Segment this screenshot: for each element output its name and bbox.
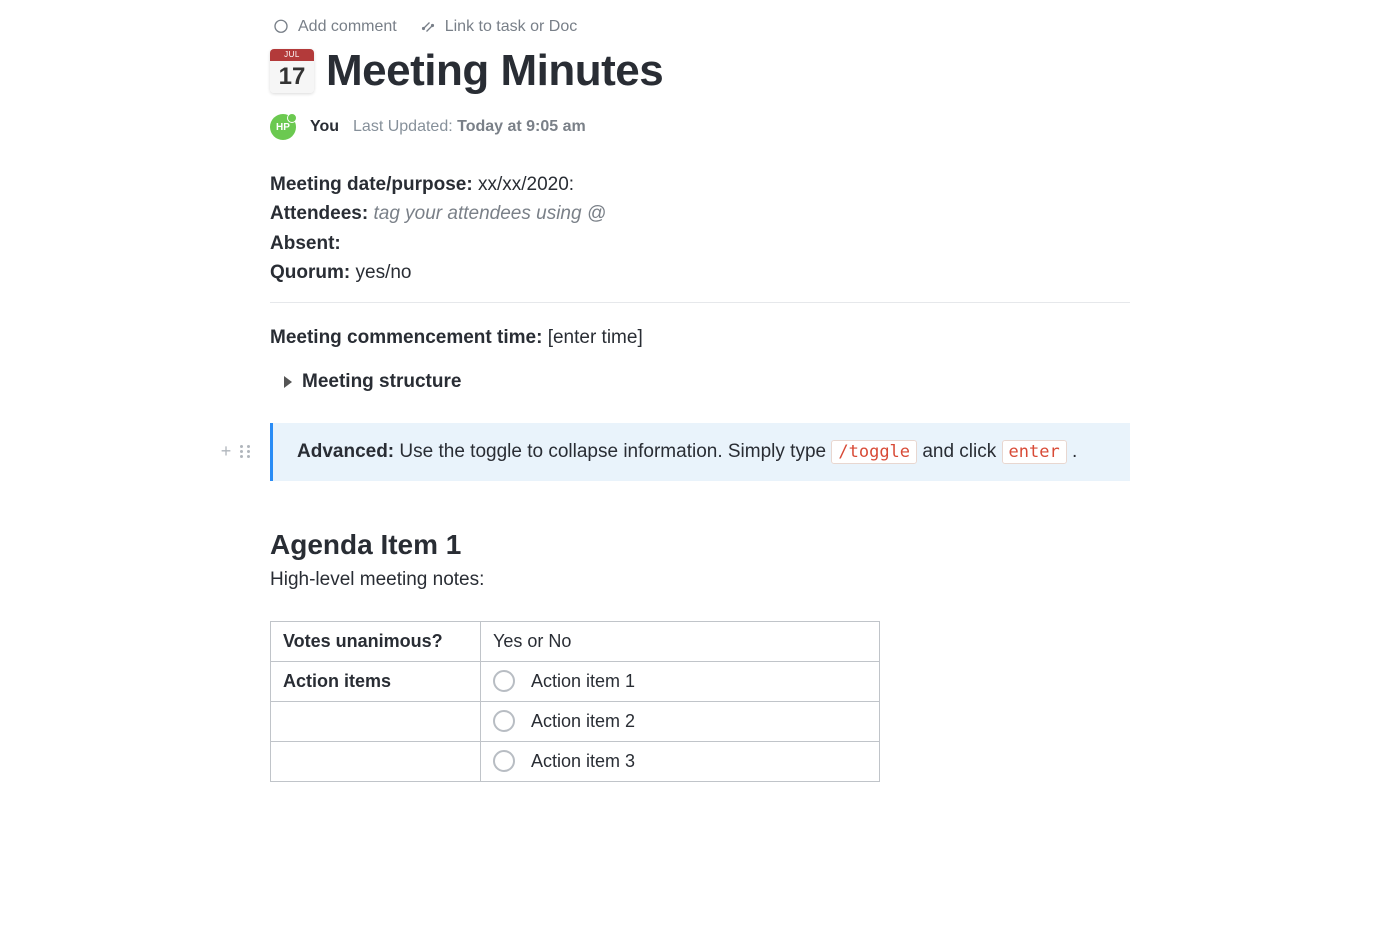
callout-prefix: Advanced: xyxy=(297,441,394,462)
votes-value-cell[interactable]: Yes or No xyxy=(481,621,880,661)
action-item-cell[interactable]: Action item 3 xyxy=(481,741,880,781)
action-item-text: Action item 2 xyxy=(531,711,635,732)
agenda-subtitle[interactable]: High-level meeting notes: xyxy=(270,569,1130,591)
link-task-label: Link to task or Doc xyxy=(445,18,578,36)
commencement-label: Meeting commencement time: xyxy=(270,327,542,348)
meeting-date-value: xx/xx/2020: xyxy=(478,174,574,195)
radio-icon[interactable] xyxy=(493,670,515,692)
callout-text-1: Use the toggle to collapse information. … xyxy=(399,441,831,462)
info-block[interactable]: Meeting date/purpose: xx/xx/2020: Attend… xyxy=(270,170,1130,288)
meta-you: You xyxy=(310,118,339,136)
agenda-title[interactable]: Agenda Item 1 xyxy=(270,529,1130,561)
last-updated-value: Today at 9:05 am xyxy=(457,118,586,135)
comment-icon xyxy=(272,18,290,36)
page-title[interactable]: Meeting Minutes xyxy=(326,46,663,96)
add-comment-label: Add comment xyxy=(298,18,397,36)
radio-icon[interactable] xyxy=(493,710,515,732)
meeting-date-label: Meeting date/purpose: xyxy=(270,174,473,195)
toggle-meeting-structure[interactable]: Meeting structure xyxy=(284,371,1130,393)
callout-code-toggle: /toggle xyxy=(831,440,917,464)
attendees-placeholder: tag your attendees using @ xyxy=(373,203,606,224)
chevron-right-icon xyxy=(284,376,292,388)
calendar-emoji-icon[interactable]: JUL 17 xyxy=(270,49,314,93)
quorum-value: yes/no xyxy=(356,262,412,283)
calendar-month: JUL xyxy=(270,49,314,61)
callout-text-3: . xyxy=(1072,441,1077,462)
link-icon xyxy=(419,18,437,36)
absent-label: Absent: xyxy=(270,233,341,254)
link-task-button[interactable]: Link to task or Doc xyxy=(419,18,578,36)
meta-row: HP You Last Updated: Today at 9:05 am xyxy=(270,114,1130,140)
avatar[interactable]: HP xyxy=(270,114,296,140)
table-row[interactable]: Action items Action item 1 xyxy=(271,661,880,701)
table-row[interactable]: Action item 3 xyxy=(271,741,880,781)
votes-label-cell[interactable]: Votes unanimous? xyxy=(271,621,481,661)
action-items-label-cell[interactable]: Action items xyxy=(271,661,481,701)
title-row: JUL 17 Meeting Minutes xyxy=(270,46,1130,96)
agenda-table[interactable]: Votes unanimous? Yes or No Action items … xyxy=(270,621,880,782)
add-comment-button[interactable]: Add comment xyxy=(272,18,397,36)
attendees-label: Attendees: xyxy=(270,203,368,224)
action-item-cell[interactable]: Action item 1 xyxy=(481,661,880,701)
last-updated-label: Last Updated: xyxy=(353,118,453,135)
divider xyxy=(270,302,1130,303)
callout-text-2: and click xyxy=(922,441,1001,462)
add-block-button[interactable]: + xyxy=(218,444,234,460)
drag-handle[interactable] xyxy=(240,445,252,459)
calendar-day: 17 xyxy=(270,61,314,93)
empty-cell[interactable] xyxy=(271,701,481,741)
radio-icon[interactable] xyxy=(493,750,515,772)
action-item-text: Action item 3 xyxy=(531,751,635,772)
commencement-value: [enter time] xyxy=(548,327,643,348)
top-actions-row: Add comment Link to task or Doc xyxy=(270,18,1130,36)
callout-code-enter: enter xyxy=(1002,440,1067,464)
empty-cell[interactable] xyxy=(271,741,481,781)
table-row[interactable]: Action item 2 xyxy=(271,701,880,741)
action-item-text: Action item 1 xyxy=(531,671,635,692)
action-item-cell[interactable]: Action item 2 xyxy=(481,701,880,741)
commencement-row[interactable]: Meeting commencement time: [enter time] xyxy=(270,327,1130,349)
quorum-label: Quorum: xyxy=(270,262,350,283)
table-row[interactable]: Votes unanimous? Yes or No xyxy=(271,621,880,661)
toggle-label: Meeting structure xyxy=(302,371,461,393)
callout-block[interactable]: Advanced: Use the toggle to collapse inf… xyxy=(270,423,1130,481)
block-controls: + xyxy=(218,444,252,460)
